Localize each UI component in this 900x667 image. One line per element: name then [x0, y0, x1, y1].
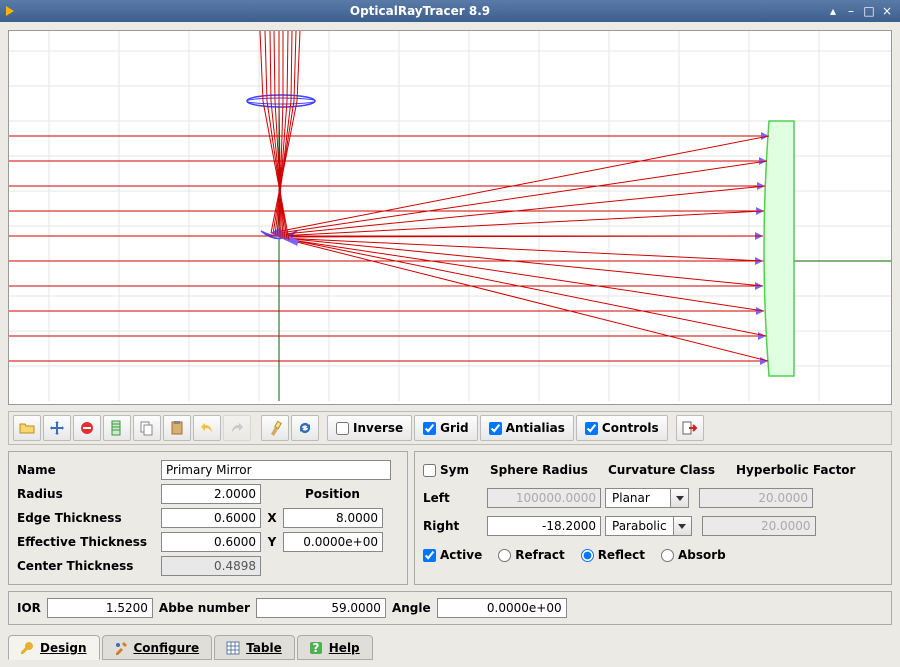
absorb-label: Absorb: [678, 548, 726, 562]
angle-field[interactable]: 0.0000e+00: [437, 598, 567, 618]
hyperbolic-factor-header: Hyperbolic Factor: [736, 463, 855, 477]
controls-checkbox[interactable]: [585, 422, 598, 435]
help-icon: ?: [308, 640, 324, 656]
clear-button[interactable]: [261, 415, 289, 441]
y-field[interactable]: 0.0000e+00: [283, 532, 383, 552]
angle-label: Angle: [392, 601, 431, 615]
left-hyper-field: 20.0000: [699, 488, 813, 508]
table-icon: [225, 640, 241, 656]
wrench-icon: [19, 640, 35, 656]
inverse-checkbox[interactable]: [336, 422, 349, 435]
right-sphere-field[interactable]: -18.2000: [487, 516, 601, 536]
new-element-button[interactable]: [103, 415, 131, 441]
curvature-class-header: Curvature Class: [608, 463, 732, 477]
name-label: Name: [17, 463, 157, 477]
controls-label: Controls: [602, 421, 659, 435]
titlebar: OpticalRayTracer 8.9 ▴ – □ ×: [0, 0, 900, 22]
grid-checkbox[interactable]: [423, 422, 436, 435]
ior-field[interactable]: 1.5200: [47, 598, 153, 618]
surface-properties-panel: Sym Sphere Radius Curvature Class Hyperb…: [414, 451, 892, 585]
active-checkbox[interactable]: [423, 549, 436, 562]
grid-toggle[interactable]: Grid: [414, 415, 477, 441]
antialias-checkbox[interactable]: [489, 422, 502, 435]
toolbar: Inverse Grid Antialias Controls: [8, 411, 892, 445]
sym-checkbox[interactable]: [423, 464, 436, 477]
abbe-label: Abbe number: [159, 601, 250, 615]
inverse-toggle[interactable]: Inverse: [327, 415, 412, 441]
effective-thickness-field[interactable]: 0.6000: [161, 532, 261, 552]
antialias-label: Antialias: [506, 421, 565, 435]
tab-design-label: Design: [40, 641, 87, 655]
edge-thickness-label: Edge Thickness: [17, 511, 157, 525]
x-label: X: [265, 511, 279, 525]
tab-configure-label: Configure: [134, 641, 200, 655]
chevron-down-icon: [670, 489, 688, 507]
inverse-label: Inverse: [353, 421, 403, 435]
edge-thickness-field[interactable]: 0.6000: [161, 508, 261, 528]
refract-label: Refract: [515, 548, 564, 562]
left-curvature-value: Planar: [606, 491, 670, 505]
raytrace-svg: [9, 31, 891, 401]
material-panel: IOR 1.5200 Abbe number 59.0000 Angle 0.0…: [8, 591, 892, 625]
paste-button[interactable]: [163, 415, 191, 441]
sphere-radius-header: Sphere Radius: [490, 463, 604, 477]
controls-toggle[interactable]: Controls: [576, 415, 668, 441]
minimize-button[interactable]: –: [844, 4, 858, 18]
position-label: Position: [305, 487, 360, 501]
left-curvature-select[interactable]: Planar: [605, 488, 689, 508]
absorb-radio[interactable]: [661, 549, 674, 562]
refresh-button[interactable]: [291, 415, 319, 441]
name-field[interactable]: Primary Mirror: [161, 460, 391, 480]
right-curvature-select[interactable]: Parabolic: [605, 516, 692, 536]
left-sphere-field: 100000.0000: [487, 488, 601, 508]
tab-table-label: Table: [246, 641, 282, 655]
reflect-radio[interactable]: [581, 549, 594, 562]
svg-text:?: ?: [312, 641, 319, 655]
element-properties-panel: Name Primary Mirror Radius 2.0000 Positi…: [8, 451, 408, 585]
right-curvature-value: Parabolic: [606, 519, 673, 533]
radius-label: Radius: [17, 487, 157, 501]
abbe-field[interactable]: 59.0000: [256, 598, 386, 618]
undo-button[interactable]: [193, 415, 221, 441]
tab-table[interactable]: Table: [214, 635, 295, 660]
raytrace-canvas[interactable]: [8, 30, 892, 405]
maximize-button[interactable]: □: [862, 4, 876, 18]
grid-label: Grid: [440, 421, 468, 435]
tab-design[interactable]: Design: [8, 635, 100, 660]
redo-button[interactable]: [223, 415, 251, 441]
right-surface-label: Right: [423, 519, 483, 533]
refract-radio[interactable]: [498, 549, 511, 562]
close-button[interactable]: ×: [880, 4, 894, 18]
copy-button[interactable]: [133, 415, 161, 441]
right-hyper-field: 20.0000: [702, 516, 816, 536]
exit-button[interactable]: [676, 415, 704, 441]
center-thickness-field: 0.4898: [161, 556, 261, 576]
open-button[interactable]: [13, 415, 41, 441]
radius-field[interactable]: 2.0000: [161, 484, 261, 504]
tab-help-label: Help: [329, 641, 360, 655]
pan-button[interactable]: [43, 415, 71, 441]
center-thickness-label: Center Thickness: [17, 559, 157, 573]
effective-thickness-label: Effective Thickness: [17, 535, 157, 549]
chevron-down-icon: [673, 517, 691, 535]
tab-configure[interactable]: Configure: [102, 635, 213, 660]
delete-button[interactable]: [73, 415, 101, 441]
y-label: Y: [265, 535, 279, 549]
rollup-button[interactable]: ▴: [826, 4, 840, 18]
reflect-label: Reflect: [598, 548, 645, 562]
bottom-tabs: Design Configure Table ? Help: [8, 631, 892, 659]
sym-label: Sym: [440, 463, 486, 477]
antialias-toggle[interactable]: Antialias: [480, 415, 574, 441]
ior-label: IOR: [17, 601, 41, 615]
tools-icon: [113, 640, 129, 656]
left-surface-label: Left: [423, 491, 483, 505]
app-icon: [6, 6, 14, 16]
x-field[interactable]: 8.0000: [283, 508, 383, 528]
window-title: OpticalRayTracer 8.9: [14, 4, 826, 18]
active-label: Active: [440, 548, 482, 562]
tab-help[interactable]: ? Help: [297, 635, 373, 660]
